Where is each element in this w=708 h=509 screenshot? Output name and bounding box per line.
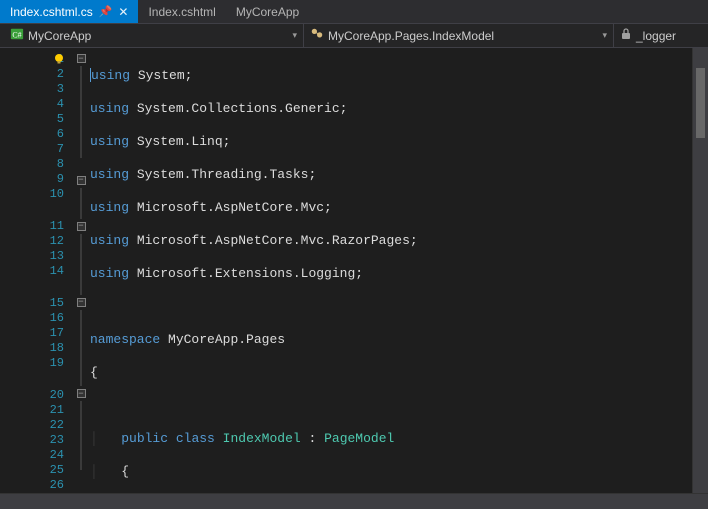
class-icon	[310, 27, 324, 44]
chevron-down-icon: ▾	[292, 30, 297, 41]
fold-column: − − − − −	[72, 48, 90, 493]
line-number: 5	[42, 112, 64, 126]
tab-bar: Index.cshtml.cs 📌 ✕ Index.cshtml MyCoreA…	[0, 0, 708, 24]
code-text: System.Collections.Generic;	[137, 101, 348, 116]
project-dropdown[interactable]: C# MyCoreApp ▾	[4, 24, 304, 47]
line-number: 3	[42, 82, 64, 96]
keyword: using	[90, 200, 129, 215]
horizontal-scrollbar[interactable]	[0, 493, 708, 509]
line-number: 4	[42, 97, 64, 111]
keyword: public	[121, 431, 168, 446]
line-number: 18	[42, 341, 64, 355]
line-number: 8	[42, 157, 64, 171]
project-name: MyCoreApp	[28, 29, 91, 43]
lightbulb-icon[interactable]	[52, 52, 66, 66]
line-number: 21	[42, 403, 64, 417]
code-text: System.Threading.Tasks;	[137, 167, 316, 182]
code-text: Microsoft.AspNetCore.Mvc.RazorPages;	[137, 233, 418, 248]
code-text: MyCoreApp.Pages	[168, 332, 285, 347]
line-number: 9	[42, 172, 64, 186]
line-number: 16	[42, 311, 64, 325]
vertical-scrollbar[interactable]	[692, 48, 708, 493]
code-area[interactable]: using System; using System.Collections.G…	[90, 48, 692, 493]
pin-icon[interactable]: 📌	[99, 5, 113, 18]
member-dropdown[interactable]: _logger	[614, 24, 704, 47]
keyword: namespace	[90, 332, 160, 347]
brace: {	[90, 365, 98, 380]
close-icon[interactable]: ✕	[118, 5, 128, 19]
line-number: 24	[42, 448, 64, 462]
fold-toggle[interactable]: −	[77, 54, 86, 63]
tab-label: Index.cshtml.cs	[10, 5, 93, 19]
keyword: using	[90, 167, 129, 182]
line-number: 12	[42, 234, 64, 248]
member-name: _logger	[636, 29, 676, 43]
line-number: 25	[42, 463, 64, 477]
class-dropdown[interactable]: MyCoreApp.Pages.IndexModel ▾	[304, 24, 614, 47]
keyword: using	[90, 134, 129, 149]
csharp-project-icon: C#	[10, 27, 24, 44]
line-number: 20	[42, 388, 64, 402]
tab-index-cshtml[interactable]: Index.cshtml	[138, 0, 225, 23]
fold-toggle[interactable]: −	[77, 222, 86, 231]
line-number: 14	[42, 264, 64, 278]
keyword: using	[90, 233, 129, 248]
fold-toggle[interactable]: −	[77, 389, 86, 398]
tab-index-cs[interactable]: Index.cshtml.cs 📌 ✕	[0, 0, 138, 23]
line-number: 6	[42, 127, 64, 141]
keyword: using	[90, 266, 129, 281]
code-editor[interactable]: 1 2 3 4 5 6 7 8 9 10 11 12 13 14 15 16 1…	[0, 48, 708, 493]
keyword: class	[176, 431, 215, 446]
context-navbar: C# MyCoreApp ▾ MyCoreApp.Pages.IndexMode…	[0, 24, 708, 48]
line-number-gutter: 1 2 3 4 5 6 7 8 9 10 11 12 13 14 15 16 1…	[0, 48, 72, 493]
type-name: PageModel	[324, 431, 394, 446]
chevron-down-icon: ▾	[602, 30, 607, 41]
line-number: 17	[42, 326, 64, 340]
code-text: System;	[138, 68, 193, 83]
line-number: 7	[42, 142, 64, 156]
code-text: Microsoft.Extensions.Logging;	[137, 266, 363, 281]
line-number: 23	[42, 433, 64, 447]
line-number: 10	[42, 187, 64, 201]
code-text: Microsoft.AspNetCore.Mvc;	[137, 200, 332, 215]
line-number: 11	[42, 219, 64, 233]
line-number: 19	[42, 356, 64, 370]
type-name: IndexModel	[223, 431, 301, 446]
line-number: 15	[42, 296, 64, 310]
line-number: 2	[42, 67, 64, 81]
keyword: using	[91, 68, 130, 83]
line-number: 13	[42, 249, 64, 263]
lock-icon	[620, 28, 632, 43]
fold-toggle[interactable]: −	[77, 298, 86, 307]
class-name: MyCoreApp.Pages.IndexModel	[328, 29, 494, 43]
tab-label: MyCoreApp	[236, 5, 299, 19]
svg-text:C#: C#	[12, 31, 21, 40]
line-number: 26	[42, 478, 64, 492]
keyword: using	[90, 101, 129, 116]
tab-mycoreapp[interactable]: MyCoreApp	[226, 0, 309, 23]
code-text: :	[301, 431, 324, 446]
brace: {	[121, 464, 129, 479]
line-number: 22	[42, 418, 64, 432]
fold-toggle[interactable]: −	[77, 176, 86, 185]
tab-label: Index.cshtml	[148, 5, 215, 19]
code-text: System.Linq;	[137, 134, 231, 149]
